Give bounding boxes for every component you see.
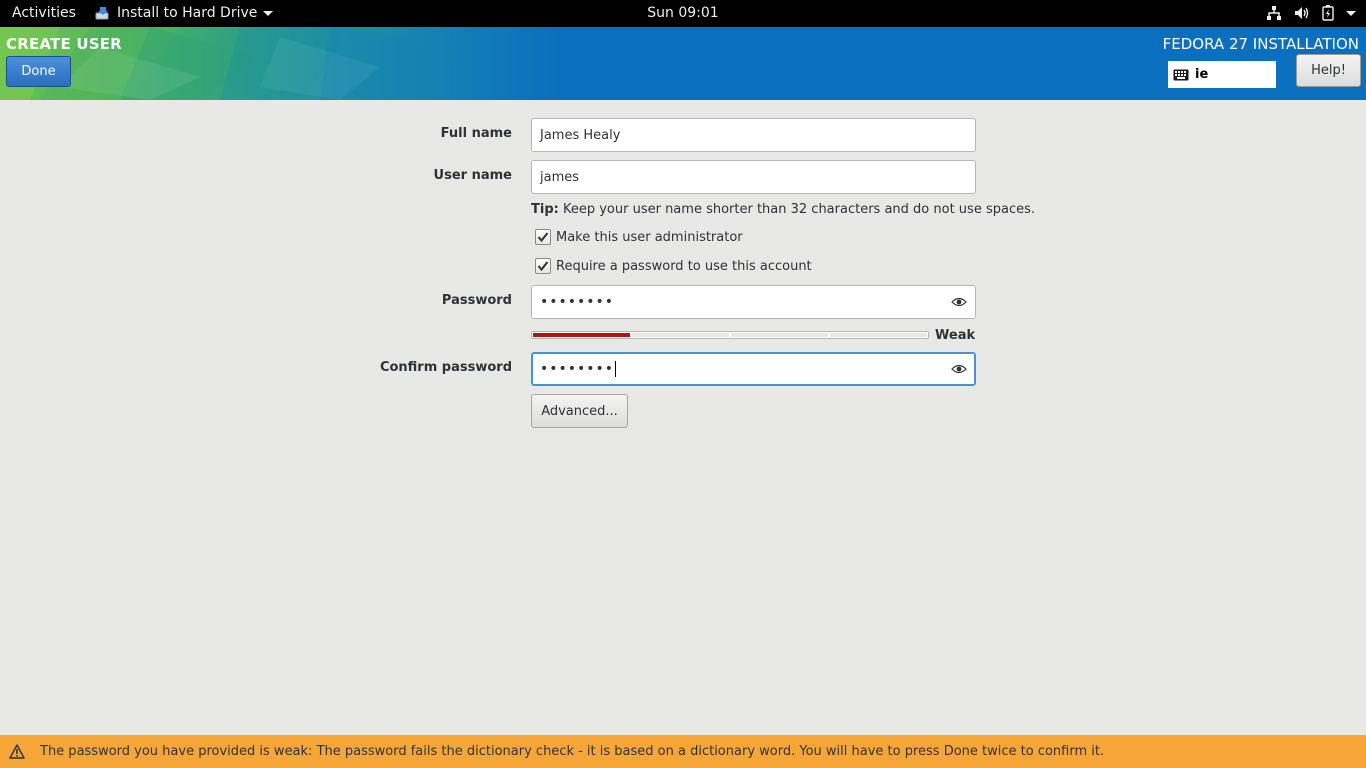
spoke-header: CREATE USER Done FEDORA 27 INSTALLATION … (0, 27, 1366, 100)
user-name-tip: Tip: Keep your user name shorter than 32… (531, 202, 1035, 217)
strength-segment (533, 333, 630, 337)
password-strength-meter (531, 331, 929, 339)
user-name-label: User name (433, 168, 512, 183)
warning-message: The password you have provided is weak: … (40, 744, 1105, 759)
require-password-checkbox[interactable] (535, 258, 551, 274)
keyboard-layout-label: ie (1195, 67, 1209, 82)
confirm-password-label: Confirm password (379, 360, 512, 375)
spoke-title: CREATE USER (6, 35, 122, 53)
checkmark-icon (537, 232, 549, 243)
checkmark-icon (537, 261, 549, 272)
user-name-value: james (540, 169, 580, 185)
strength-segment (830, 333, 927, 337)
text-cursor (615, 361, 617, 377)
strength-segment (731, 333, 828, 337)
user-name-field[interactable]: james (531, 160, 976, 194)
help-button[interactable]: Help! (1296, 54, 1361, 87)
app-menu-label: Install to Hard Drive (117, 5, 258, 21)
activities-button[interactable]: Activities (12, 5, 76, 21)
chevron-down-icon (263, 10, 274, 16)
show-password-eye-icon[interactable] (951, 363, 967, 375)
confirm-password-field[interactable]: •••••••• (531, 352, 976, 386)
network-icon (1267, 6, 1281, 20)
clock[interactable]: Sun 09:01 (647, 5, 718, 21)
gnome-top-bar: Activities Install to Hard Drive Sun 09:… (0, 0, 1366, 27)
confirm-password-masked-value: •••••••• (540, 361, 615, 377)
tip-prefix: Tip: (531, 202, 559, 217)
password-masked-value: •••••••• (540, 294, 615, 310)
chevron-down-icon (1346, 10, 1356, 16)
installation-title: FEDORA 27 INSTALLATION (1162, 35, 1359, 53)
installer-icon (95, 7, 109, 20)
keyboard-layout-indicator[interactable]: ie (1168, 61, 1276, 88)
full-name-value: James Healy (540, 127, 621, 143)
require-password-label: Require a password to use this account (556, 258, 812, 274)
show-password-eye-icon[interactable] (951, 296, 967, 308)
full-name-field[interactable]: James Healy (531, 118, 976, 152)
app-menu[interactable]: Install to Hard Drive (95, 3, 274, 23)
advanced-button[interactable]: Advanced... (531, 394, 628, 428)
password-strength-label: Weak (935, 328, 976, 343)
keyboard-icon (1173, 69, 1189, 80)
volume-icon (1295, 7, 1309, 19)
tip-text: Keep your user name shorter than 32 char… (558, 202, 1035, 217)
password-field[interactable]: •••••••• (531, 285, 976, 319)
battery-icon (1322, 5, 1334, 21)
system-status-menu[interactable] (1266, 4, 1356, 22)
make-admin-checkbox-row[interactable]: Make this user administrator (535, 229, 743, 245)
make-admin-label: Make this user administrator (556, 229, 743, 245)
done-button[interactable]: Done (6, 56, 71, 87)
require-password-checkbox-row[interactable]: Require a password to use this account (535, 258, 812, 274)
password-label: Password (441, 293, 512, 308)
full-name-label: Full name (440, 126, 512, 141)
warning-icon (9, 744, 25, 759)
strength-segment (632, 333, 729, 337)
warning-bar[interactable]: The password you have provided is weak: … (0, 735, 1366, 768)
make-admin-checkbox[interactable] (535, 229, 551, 245)
